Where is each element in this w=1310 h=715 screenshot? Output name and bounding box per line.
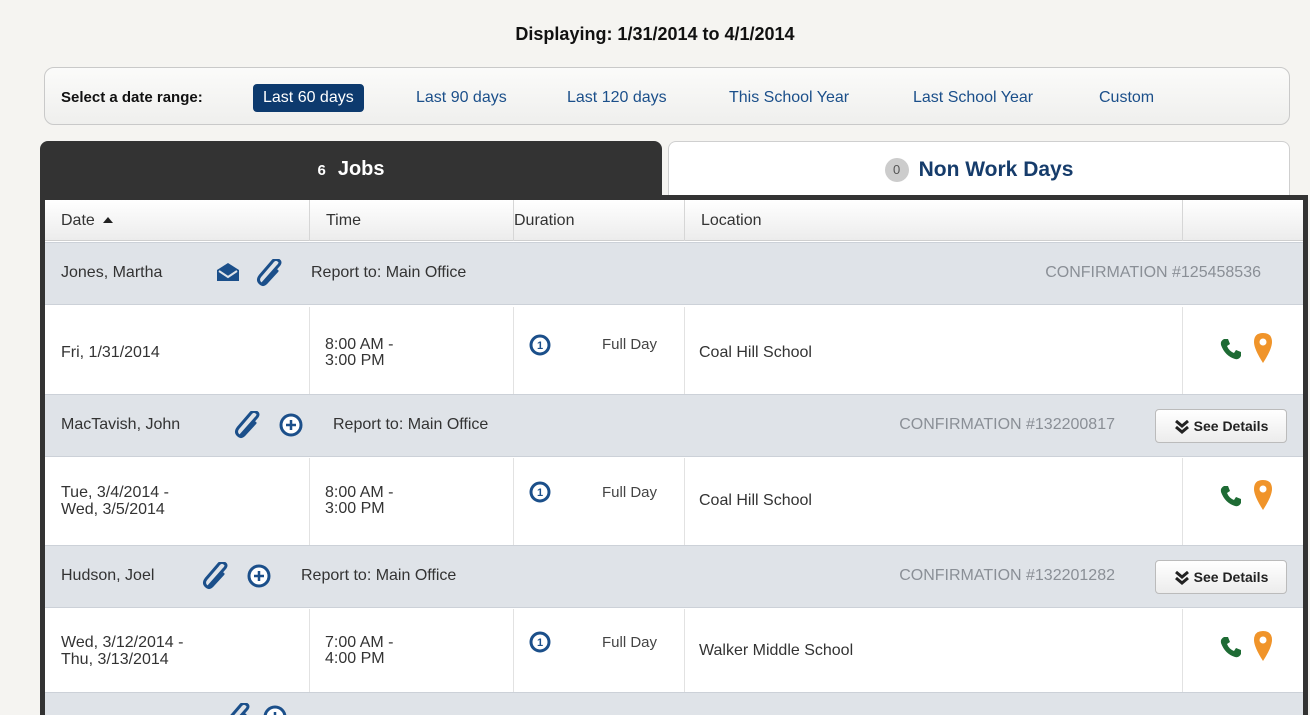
employee-row: MacTavish, John Report to: Main Office C… xyxy=(45,394,1303,457)
table-row: Fri, 1/31/2014 8:00 AM - 3:00 PM 1 Full … xyxy=(45,307,1303,394)
column-header-time[interactable]: Time xyxy=(310,200,514,241)
duration-text: Full Day xyxy=(602,336,658,353)
table-row: Wed, 3/12/2014 - Thu, 3/13/2014 7:00 AM … xyxy=(45,609,1303,696)
date-line-1: Wed, 3/12/2014 - xyxy=(61,634,184,651)
paperclip-icon[interactable] xyxy=(201,560,231,595)
range-option-this-school-year[interactable]: This School Year xyxy=(729,84,849,112)
duration-info-icon[interactable]: 1 xyxy=(529,631,551,658)
phone-icon[interactable] xyxy=(1219,337,1243,366)
confirmation-number: CONFIRMATION #132200817 xyxy=(899,416,1115,433)
column-header-date-label: Date xyxy=(61,212,95,229)
phone-icon[interactable] xyxy=(1219,635,1243,664)
paperclip-icon[interactable] xyxy=(223,701,253,715)
table-row: Tue, 3/4/2014 - Wed, 3/5/2014 8:00 AM - … xyxy=(45,458,1303,545)
expand-plus-icon[interactable] xyxy=(263,705,287,715)
date-line-2: Wed, 3/5/2014 xyxy=(61,501,165,518)
location-cell: Walker Middle School xyxy=(685,609,1183,696)
date-line-2: Thu, 3/13/2014 xyxy=(61,651,169,668)
date-cell: Fri, 1/31/2014 xyxy=(45,307,310,394)
time-cell: 7:00 AM - 4:00 PM xyxy=(310,609,514,696)
duration-cell: 1 Full Day xyxy=(514,307,685,394)
time-cell: 8:00 AM - 3:00 PM xyxy=(310,458,514,545)
paperclip-icon[interactable] xyxy=(255,257,285,292)
location-text: Coal Hill School xyxy=(699,344,812,361)
employee-row: Hudson, Joel Report to: Main Office CONF… xyxy=(45,545,1303,608)
expand-plus-icon[interactable] xyxy=(279,413,303,442)
date-line-1: Tue, 3/4/2014 - xyxy=(61,484,169,501)
see-details-button[interactable]: See Details xyxy=(1155,560,1287,594)
confirmation-number: CONFIRMATION #132201282 xyxy=(899,567,1115,584)
svg-text:1: 1 xyxy=(537,637,543,649)
report-location: Report to: Main Office xyxy=(311,264,467,281)
location-cell: Coal Hill School xyxy=(685,458,1183,545)
jobs-table: Date Time Duration Location Jones, Marth… xyxy=(40,195,1308,715)
report-location: Report to: Main Office xyxy=(333,416,489,433)
range-option-last-90-days[interactable]: Last 90 days xyxy=(416,84,507,112)
date-range-label: Select a date range: xyxy=(61,89,203,106)
date-line-1: Fri, 1/31/2014 xyxy=(61,344,160,361)
range-option-last-60-days[interactable]: Last 60 days xyxy=(253,84,364,112)
map-pin-icon[interactable] xyxy=(1253,332,1273,369)
see-details-label: See Details xyxy=(1193,569,1269,585)
employee-row-partial xyxy=(45,692,1303,715)
date-cell: Wed, 3/12/2014 - Thu, 3/13/2014 xyxy=(45,609,310,696)
map-pin-icon[interactable] xyxy=(1253,630,1273,667)
tab-jobs[interactable]: 6 Jobs xyxy=(40,141,662,197)
employee-name: Jones, Martha xyxy=(61,264,163,281)
date-cell: Tue, 3/4/2014 - Wed, 3/5/2014 xyxy=(45,458,310,545)
time-end: 4:00 PM xyxy=(325,650,385,667)
table-header: Date Time Duration Location xyxy=(45,200,1303,241)
paperclip-icon[interactable] xyxy=(233,409,263,444)
column-header-date[interactable]: Date xyxy=(45,200,310,241)
time-start: 8:00 AM - xyxy=(325,336,394,353)
column-header-location-label: Location xyxy=(701,212,762,229)
map-pin-icon[interactable] xyxy=(1253,479,1273,516)
see-details-label: See Details xyxy=(1193,418,1269,434)
phone-icon[interactable] xyxy=(1219,484,1243,513)
expand-plus-icon[interactable] xyxy=(247,564,271,593)
displaying-range-title: Displaying: 1/31/2014 to 4/1/2014 xyxy=(515,24,795,44)
time-start: 7:00 AM - xyxy=(325,634,394,651)
non-work-days-tab-label: Non Work Days xyxy=(918,158,1074,181)
range-option-last-120-days[interactable]: Last 120 days xyxy=(567,84,667,112)
time-start: 8:00 AM - xyxy=(325,484,394,501)
svg-text:1: 1 xyxy=(537,487,543,499)
double-chevron-down-icon xyxy=(1174,419,1189,434)
duration-text: Full Day xyxy=(602,484,658,501)
time-cell: 8:00 AM - 3:00 PM xyxy=(310,307,514,394)
column-header-location[interactable]: Location xyxy=(685,200,1183,241)
report-location: Report to: Main Office xyxy=(301,567,457,584)
see-details-button[interactable]: See Details xyxy=(1155,409,1287,443)
location-text: Walker Middle School xyxy=(699,642,854,659)
duration-cell: 1 Full Day xyxy=(514,458,685,545)
column-header-duration-label: Duration xyxy=(514,212,575,229)
employee-row: Jones, Martha Report to: Main Office CON… xyxy=(45,242,1303,305)
time-end: 3:00 PM xyxy=(325,352,385,369)
duration-info-icon[interactable]: 1 xyxy=(529,334,551,361)
svg-text:1: 1 xyxy=(537,340,543,352)
time-end: 3:00 PM xyxy=(325,500,385,517)
employee-name: Hudson, Joel xyxy=(61,567,155,584)
jobs-tab-label: Jobs xyxy=(337,158,385,180)
confirmation-number: CONFIRMATION #125458536 xyxy=(1045,264,1261,281)
range-option-custom[interactable]: Custom xyxy=(1099,84,1154,112)
column-header-time-label: Time xyxy=(326,212,361,229)
range-option-last-school-year[interactable]: Last School Year xyxy=(913,84,1033,112)
tab-non-work-days[interactable]: 0 Non Work Days xyxy=(668,141,1290,197)
date-range-bar: Select a date range: Last 60 days Last 9… xyxy=(44,67,1290,125)
column-header-duration[interactable]: Duration xyxy=(514,200,685,241)
envelope-icon[interactable] xyxy=(215,261,241,288)
location-text: Coal Hill School xyxy=(699,492,812,509)
duration-text: Full Day xyxy=(602,634,658,651)
employee-name: MacTavish, John xyxy=(61,416,181,433)
location-cell: Coal Hill School xyxy=(685,307,1183,394)
duration-info-icon[interactable]: 1 xyxy=(529,481,551,508)
double-chevron-down-icon xyxy=(1174,570,1189,585)
sort-ascending-icon xyxy=(102,217,113,223)
non-work-days-count: 0 xyxy=(884,158,909,182)
duration-cell: 1 Full Day xyxy=(514,609,685,696)
jobs-count: 6 xyxy=(317,162,326,179)
